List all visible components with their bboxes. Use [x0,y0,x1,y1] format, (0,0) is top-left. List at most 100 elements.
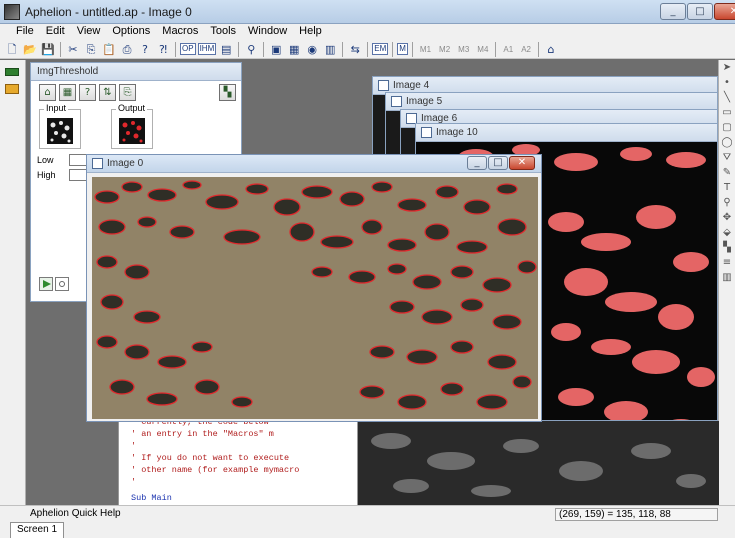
grid-icon[interactable]: ▦ [286,42,302,57]
menu-window[interactable]: Window [242,24,293,40]
app-title-bar: Aphelion - untitled.ap - Image 0 _ □ ✕ [0,0,735,24]
tab-screen-1[interactable]: Screen 1 [10,522,65,538]
toolbar-separator [367,41,369,57]
close-button[interactable]: ✕ [509,156,535,170]
pan-icon[interactable]: ✥ [721,212,734,224]
input-thumbnail[interactable] [47,118,73,144]
output-thumbnail[interactable] [119,118,145,144]
print-icon[interactable]: ⎙ [119,42,135,57]
grayscale-image-window[interactable] [350,420,719,506]
text-icon[interactable]: T [721,182,734,194]
color-icon[interactable]: ▚ [721,242,734,254]
minimize-button[interactable]: _ [660,3,686,20]
maximize-button[interactable]: □ [488,156,508,170]
rectangle-icon[interactable]: ▭ [721,107,734,119]
close-button[interactable]: ✕ [714,3,735,20]
menu-macros[interactable]: Macros [156,24,204,40]
paste-icon[interactable]: 📋 [101,42,117,57]
code-line-sub-main: Sub Main [131,493,172,503]
em-button[interactable]: EM [372,43,389,55]
pencil-icon[interactable]: ✎ [721,167,734,179]
window-title: Image 0 [107,158,144,169]
pointer-icon[interactable]: ➤ [721,62,734,74]
menu-options[interactable]: Options [106,24,156,40]
lines-icon[interactable]: ≡ [721,257,734,269]
checker-icon[interactable]: ▚ [219,84,236,101]
maximize-button[interactable]: □ [687,3,713,20]
window-title: Image 5 [406,96,443,107]
toolbar-separator [411,41,413,57]
main-toolbar: 🗋 📂 💾 ✂ ⎘ 📋 ⎙ ? ⁈ OP IHM ▤ ⚲ ▣ ▦ ◉ ▥ ⇆ E… [0,40,735,59]
camera-icon[interactable]: ◉ [304,42,320,57]
point-icon[interactable]: • [721,77,734,89]
sort-icon[interactable]: ⇅ [99,84,116,101]
op-button[interactable]: OP [180,43,196,55]
ellipse-icon[interactable]: ◯ [721,137,734,149]
child-window-controls: _ □ ✕ [467,156,535,170]
help-icon[interactable]: ? [79,84,96,101]
code-line: ' [131,477,137,487]
arrows-icon[interactable]: ⇆ [347,42,363,57]
open-folder-icon[interactable]: 📂 [22,42,38,57]
macro-m1-button[interactable]: M1 [417,45,434,54]
copy-icon[interactable]: ⎘ [83,42,99,57]
app-logo-icon [4,4,20,20]
grayscale-image [351,421,719,506]
line-icon[interactable]: ╲ [721,92,734,104]
fill-icon[interactable]: ⬙ [721,227,734,239]
home-icon[interactable]: ⌂ [39,84,56,101]
cut-icon[interactable]: ✂ [65,42,81,57]
rounded-rect-icon[interactable]: ▢ [721,122,734,134]
menu-tools[interactable]: Tools [204,24,242,40]
circle-icon [59,281,65,287]
histogram-icon[interactable]: ▥ [322,42,338,57]
input-label: Input [44,103,69,113]
menu-file[interactable]: File [10,24,40,40]
image-window-0[interactable]: Image 0 _ □ ✕ [86,154,542,422]
toolbar-separator [538,41,539,57]
toolbar-separator [238,41,240,57]
macro-code-editor[interactable]: ' Currently, the code below ' an entry i… [118,410,358,510]
menu-edit[interactable]: Edit [40,24,71,40]
help-icon[interactable]: ? [137,42,153,57]
polygon-icon[interactable]: ⛛ [721,152,734,164]
menu-help[interactable]: Help [293,24,328,40]
code-line: ' If you do not want to execute [131,453,290,463]
run-button[interactable] [39,277,53,291]
ruler-icon[interactable]: ▥ [721,272,734,284]
save-icon[interactable]: 💾 [40,42,56,57]
window-title: Image 10 [436,127,478,138]
zoom-icon[interactable]: ⚲ [721,197,734,209]
output-group: Output [111,103,153,149]
display-icon[interactable]: ▣ [268,42,284,57]
window-icon [391,96,402,107]
panel-title: ImgThreshold [37,66,99,77]
hat-icon[interactable]: ⌂ [543,42,559,57]
macro-m2-button[interactable]: M2 [436,45,453,54]
macro-a2-button[interactable]: A2 [518,45,534,54]
wizard-icon[interactable]: ⚲ [243,42,259,57]
macro-a1-button[interactable]: A1 [500,45,516,54]
window-icon [421,127,432,138]
context-help-icon[interactable]: ⁈ [155,42,171,57]
m-button[interactable]: M [397,43,408,55]
panel-icon[interactable]: ▦ [59,84,76,101]
table-icon[interactable] [5,68,19,76]
stop-button[interactable] [55,277,69,291]
play-icon [43,280,51,288]
ihm-button[interactable]: IHM [197,43,217,55]
menu-view[interactable]: View [71,24,107,40]
main-image-canvas[interactable] [92,177,538,419]
toolbar-separator [495,41,497,57]
graph-icon[interactable]: ▤ [218,42,234,57]
new-file-icon[interactable]: 🗋 [4,42,20,57]
macro-m4-button[interactable]: M4 [474,45,491,54]
minimize-button[interactable]: _ [467,156,487,170]
app-title: Aphelion - untitled.ap - Image 0 [25,5,192,19]
toolbar-separator [342,41,344,57]
status-bar: Aphelion Quick Help (269, 159) = 135, 11… [0,505,735,538]
copy-icon[interactable]: ⎘ [119,84,136,101]
grid-icon[interactable] [5,84,19,94]
macro-m3-button[interactable]: M3 [455,45,472,54]
high-label: High [37,170,56,180]
